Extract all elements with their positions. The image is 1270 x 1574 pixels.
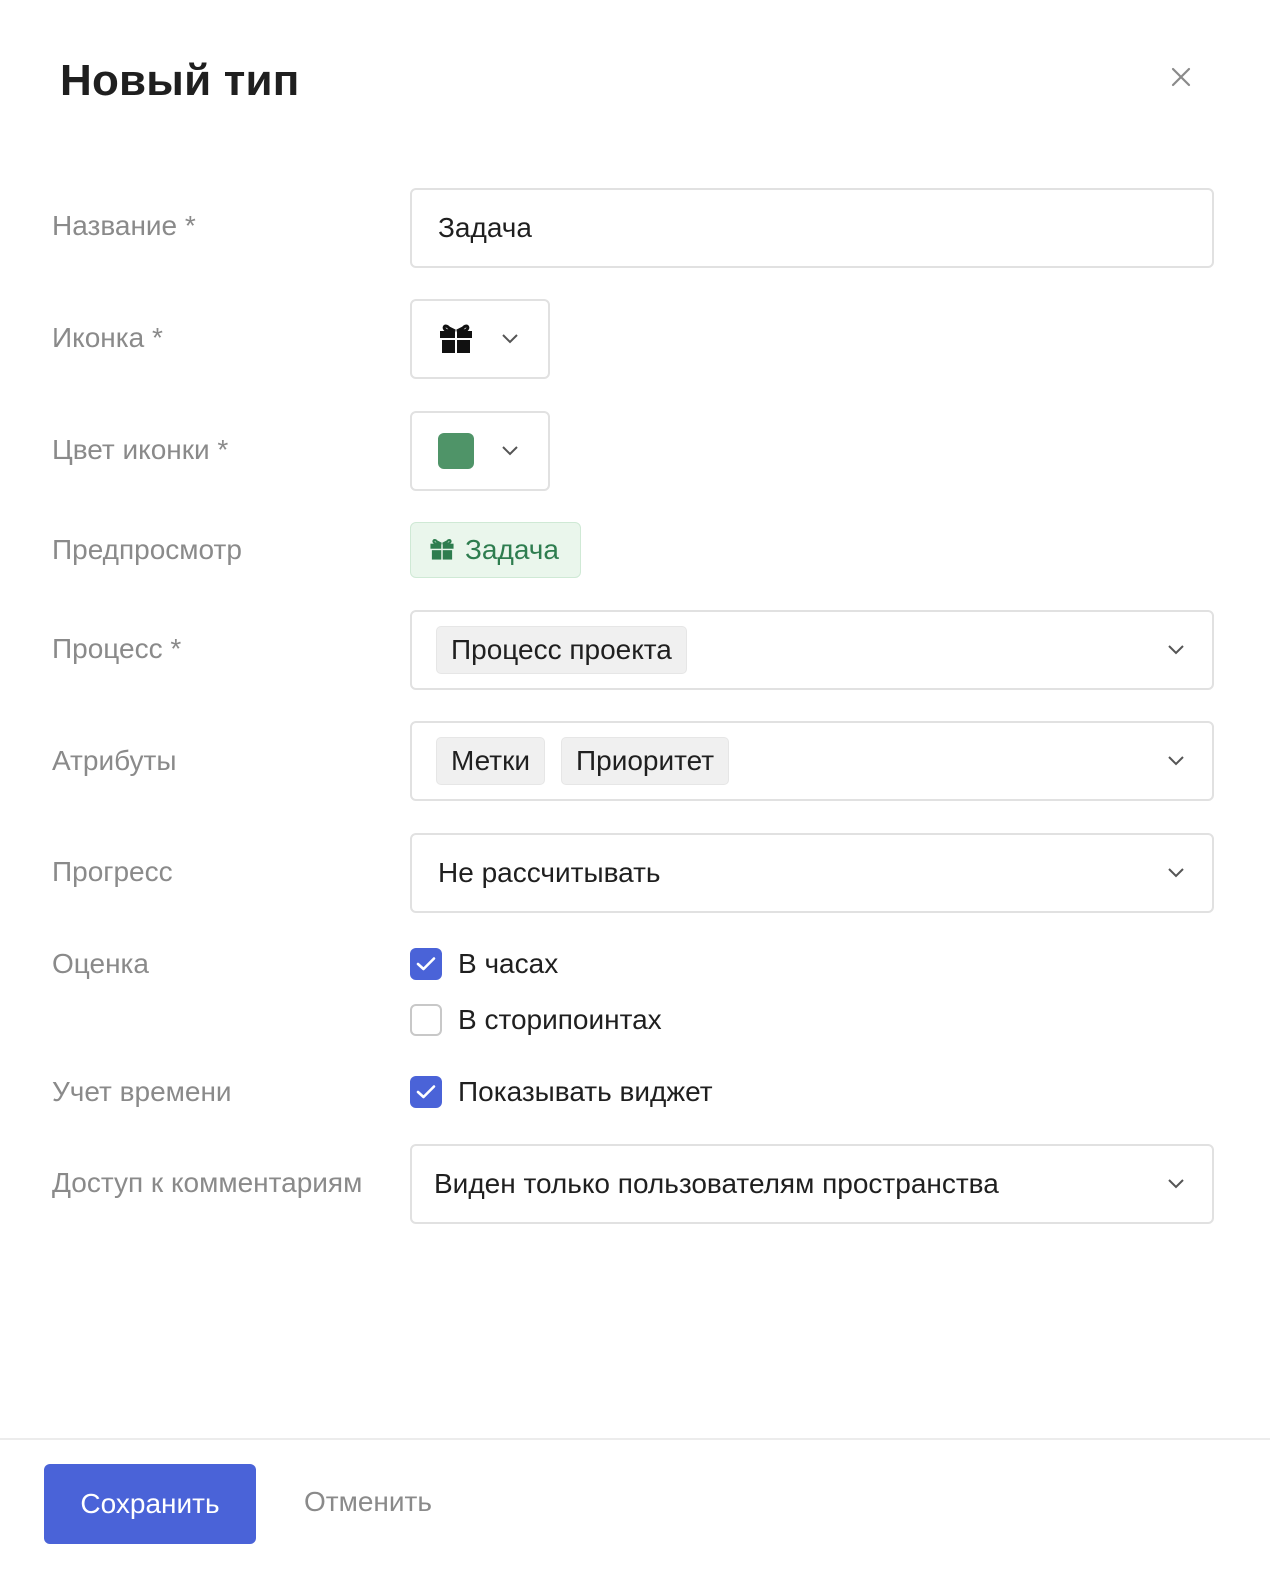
preview-text: Задача (465, 534, 559, 565)
comments-access-value: Виден только пользователям пространства (434, 1168, 999, 1199)
estimate-hours-checkbox[interactable] (410, 948, 442, 980)
color-swatch (438, 433, 474, 469)
icon-color-select[interactable] (410, 411, 550, 491)
attributes-select[interactable]: Метки Приоритет (410, 721, 1214, 801)
estimate-hours-option[interactable]: В часах (410, 948, 558, 980)
comments-access-select[interactable]: Виден только пользователям пространства (410, 1144, 1214, 1224)
cancel-button[interactable]: Отменить (304, 1486, 432, 1518)
gift-icon (438, 319, 474, 360)
new-type-dialog: Новый тип Название * Задача Иконка * Цве… (0, 0, 1270, 1574)
icon-label: Иконка * (52, 322, 163, 353)
icon-color-label: Цвет иконки * (52, 434, 229, 465)
time-widget-option[interactable]: Показывать виджет (410, 1076, 713, 1108)
progress-select[interactable]: Не рассчитывать (410, 833, 1214, 913)
dialog-title: Новый тип (60, 56, 300, 105)
attribute-chip: Метки (436, 737, 545, 785)
chevron-down-icon (1166, 640, 1186, 660)
attribute-chip: Приоритет (561, 737, 730, 785)
footer-divider (0, 1438, 1270, 1440)
estimate-label: Оценка (52, 948, 149, 979)
chevron-down-icon (1166, 751, 1186, 771)
estimate-hours-label: В часах (458, 948, 559, 979)
process-chip: Процесс проекта (436, 626, 687, 674)
icon-select[interactable] (410, 299, 550, 379)
time-tracking-label: Учет времени (52, 1076, 232, 1107)
time-widget-label: Показывать виджет (458, 1076, 713, 1107)
estimate-points-label: В сторипоинтах (458, 1004, 662, 1035)
chevron-down-icon (1166, 1174, 1186, 1194)
name-label: Название * (52, 210, 196, 241)
progress-label: Прогресс (52, 856, 173, 887)
chevron-down-icon (500, 441, 520, 461)
comments-access-label: Доступ к комментариям (52, 1167, 363, 1198)
gift-icon (429, 535, 455, 566)
preview-label: Предпросмотр (52, 534, 242, 565)
time-widget-checkbox[interactable] (410, 1076, 442, 1108)
process-select[interactable]: Процесс проекта (410, 610, 1214, 690)
chevron-down-icon (1166, 863, 1186, 883)
close-icon[interactable] (1166, 62, 1196, 92)
attributes-label: Атрибуты (52, 745, 177, 776)
estimate-points-option[interactable]: В сторипоинтах (410, 1004, 662, 1036)
type-preview-badge: Задача (410, 522, 581, 578)
estimate-points-checkbox[interactable] (410, 1004, 442, 1036)
name-input[interactable]: Задача (410, 188, 1214, 268)
name-value: Задача (438, 212, 532, 243)
chevron-down-icon (500, 329, 520, 349)
progress-value: Не рассчитывать (438, 857, 661, 888)
save-button[interactable]: Сохранить (44, 1464, 256, 1544)
process-label: Процесс * (52, 633, 182, 664)
